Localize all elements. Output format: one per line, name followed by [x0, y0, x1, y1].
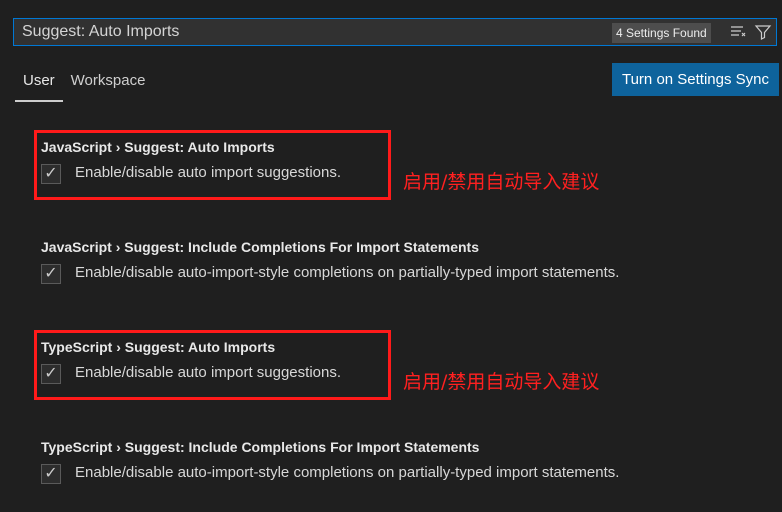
tab-user[interactable]: User — [15, 60, 63, 102]
settings-search-bar[interactable]: 4 Settings Found — [13, 18, 777, 46]
setting-javascript-include-completions: JavaScript › Suggest: Include Completion… — [41, 238, 741, 290]
filter-icon[interactable] — [754, 23, 772, 41]
setting-name: Suggest: Include Completions For Import … — [124, 239, 479, 255]
annotation-label: 启用/禁用自动导入建议 — [403, 371, 600, 393]
annotation-highlight-box — [34, 130, 391, 200]
setting-typescript-include-completions: TypeScript › Suggest: Include Completion… — [41, 438, 741, 490]
settings-scope-tabs: User Workspace — [15, 60, 153, 102]
clear-filter-icon[interactable] — [729, 23, 747, 41]
setting-description: Enable/disable auto-import-style complet… — [75, 264, 620, 281]
setting-description: Enable/disable auto-import-style complet… — [75, 464, 620, 481]
checkmark-icon: ✓ — [44, 265, 58, 282]
annotation-highlight-box — [34, 330, 391, 400]
setting-checkbox[interactable]: ✓ — [41, 264, 61, 284]
setting-separator: › — [116, 439, 121, 455]
annotation-label: 启用/禁用自动导入建议 — [403, 171, 600, 193]
setting-name: Suggest: Include Completions For Import … — [124, 439, 480, 455]
turn-on-settings-sync-button[interactable]: Turn on Settings Sync — [612, 63, 779, 96]
settings-search-input[interactable] — [14, 19, 620, 45]
checkmark-icon: ✓ — [44, 465, 58, 482]
setting-title: JavaScript › Suggest: Include Completion… — [41, 238, 479, 256]
setting-checkbox[interactable]: ✓ — [41, 464, 61, 484]
tab-workspace[interactable]: Workspace — [63, 60, 154, 102]
setting-category: TypeScript — [41, 439, 113, 455]
setting-title: TypeScript › Suggest: Include Completion… — [41, 438, 479, 456]
setting-category: JavaScript — [41, 239, 112, 255]
settings-found-badge: 4 Settings Found — [612, 23, 711, 43]
setting-separator: › — [115, 239, 121, 255]
